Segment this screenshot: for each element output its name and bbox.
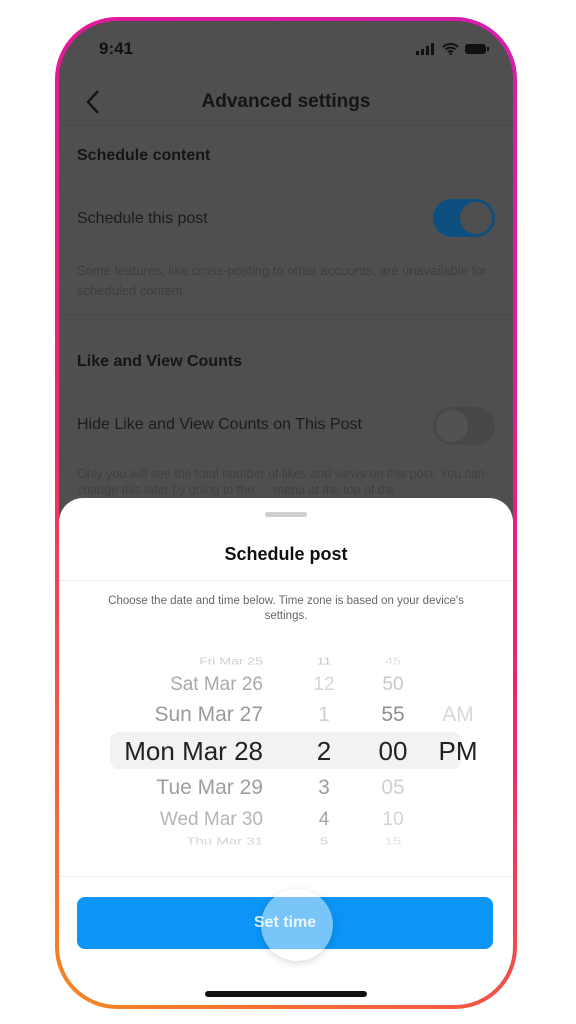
signal-icon (416, 43, 434, 55)
picker-date[interactable]: Tue Mar 29 (156, 776, 263, 800)
picker-date[interactable]: Sun Mar 27 (154, 703, 263, 727)
status-icons (416, 43, 489, 55)
picker-hour[interactable]: 3 (294, 776, 354, 800)
setting-label: Hide Like and View Counts on This Post (77, 416, 362, 433)
picker-minute[interactable]: 55 (363, 703, 423, 727)
schedule-post-sheet: Schedule post Choose the date and time b… (59, 498, 513, 1005)
home-indicator (205, 991, 367, 997)
picker-hour-selected[interactable]: 2 (294, 736, 354, 767)
page-title: Advanced settings (201, 91, 371, 112)
divider (59, 314, 513, 315)
drag-handle[interactable] (265, 512, 307, 517)
battery-icon (465, 44, 489, 54)
status-time: 9:41 (99, 39, 134, 58)
screen: 9:41 Advanced settings Schedule content … (59, 21, 513, 1005)
picker-hour[interactable]: 12 (294, 674, 354, 696)
picker-minute[interactable]: 05 (363, 776, 423, 800)
picker-date[interactable]: Wed Mar 30 (160, 809, 263, 831)
divider (59, 876, 513, 877)
picker-hour[interactable]: 4 (294, 809, 354, 831)
touch-indicator (261, 889, 333, 961)
schedule-toggle[interactable] (433, 199, 495, 237)
wifi-icon (442, 43, 459, 55)
picker-date-selected[interactable]: Mon Mar 28 (124, 736, 263, 767)
picker-period[interactable]: AM (428, 703, 488, 727)
picker-period-selected[interactable]: PM (428, 736, 488, 767)
setting-label: Schedule this post (77, 210, 208, 227)
picker-date[interactable]: Thu Mar 31 (186, 836, 263, 848)
setting-description: Only you will see the total number of li… (77, 467, 485, 497)
picker-hour[interactable]: 1 (294, 703, 354, 727)
picker-hour[interactable]: 5 (294, 836, 354, 848)
divider (59, 580, 513, 581)
section-heading: Schedule content (77, 147, 211, 164)
picker-minute[interactable]: 45 (363, 655, 423, 666)
picker-minute[interactable]: 10 (363, 809, 423, 831)
divider (59, 125, 513, 126)
picker-minute[interactable]: 50 (363, 674, 423, 696)
section-heading: Like and View Counts (77, 353, 243, 370)
setting-description: Some features, like cross-posting to oth… (77, 263, 487, 298)
picker-date[interactable]: Fri Mar 25 (199, 655, 263, 666)
picker-minute[interactable]: 15 (363, 836, 423, 848)
picker-date[interactable]: Sat Mar 26 (170, 674, 263, 696)
sheet-subtitle: Choose the date and time below. Time zon… (108, 595, 464, 622)
picker-minute-selected[interactable]: 00 (363, 736, 423, 767)
sheet-title: Schedule post (224, 544, 348, 564)
picker-hour[interactable]: 11 (294, 655, 354, 666)
phone-frame: 9:41 Advanced settings Schedule content … (55, 17, 517, 1009)
hide-counts-toggle[interactable] (433, 407, 495, 445)
